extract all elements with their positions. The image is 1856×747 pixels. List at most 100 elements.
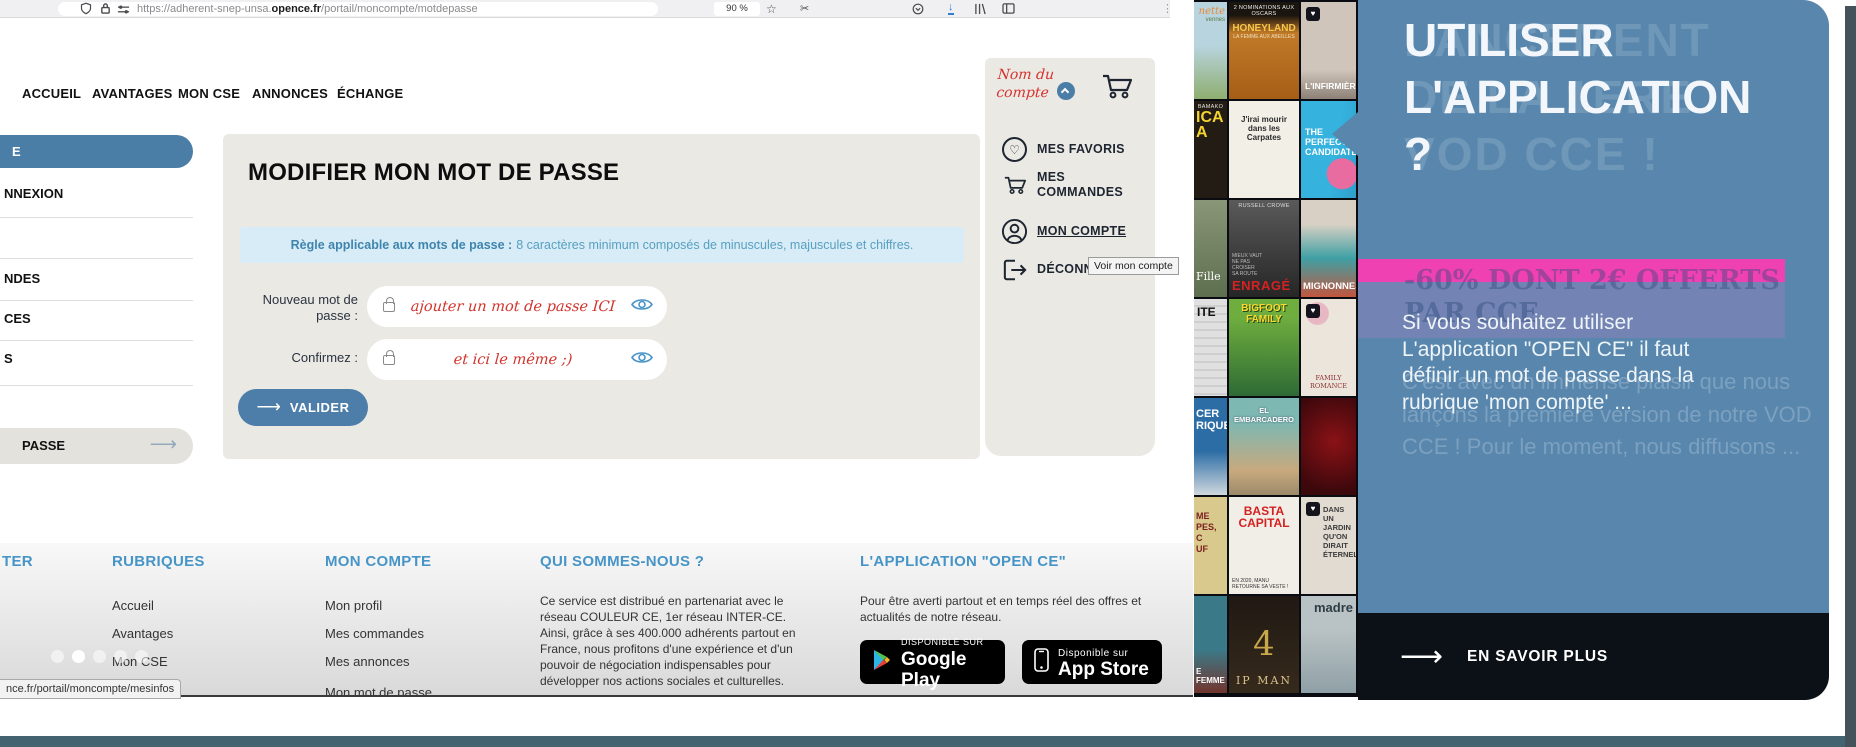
footer-link-mot-de-passe[interactable]: Mon mot de passe <box>325 685 432 695</box>
footer-rubriques-header: RUBRIQUES <box>112 553 205 570</box>
cart-small-icon <box>1001 172 1028 199</box>
screenshot-scissors-icon[interactable]: ✂ <box>800 2 809 16</box>
nav-accueil[interactable]: ACCUEIL <box>22 86 81 101</box>
footer: TER RUBRIQUES Accueil Avantages Mon CSE … <box>0 543 1193 697</box>
nav-annonces[interactable]: ANNONCES <box>252 86 328 101</box>
new-password-label: Nouveau mot de passe : <box>262 292 358 323</box>
divider <box>0 385 193 386</box>
movie-poster[interactable]: madre <box>1301 596 1356 693</box>
movie-poster[interactable]: 2 NOMINATIONS AUX OSCARS HONEYLAND LA FEMM… <box>1229 2 1299 99</box>
divider <box>0 300 193 301</box>
sidebar-item-commandes[interactable]: NDES <box>4 271 40 286</box>
password-rule-banner: Règle applicable aux mots de passe : 8 c… <box>240 227 964 263</box>
nav-mon-cse[interactable]: MON CSE <box>178 86 240 101</box>
footer-mon-compte-header: MON COMPTE <box>325 553 432 570</box>
movie-poster[interactable]: ♥ DANS UN JARDIN QU'ON DIRAIT ÉTERNEL <box>1301 497 1356 594</box>
sidebar-item-mot-de-passe[interactable]: PASSE ⟶ <box>0 428 193 464</box>
footer-link-accueil[interactable]: Accueil <box>112 598 154 613</box>
download-icon[interactable]: ↓ <box>948 2 954 15</box>
carousel-dot-active[interactable] <box>72 650 85 663</box>
library-icon[interactable] <box>974 3 987 15</box>
sidebar-toggle-icon[interactable] <box>1002 3 1015 14</box>
pocket-icon[interactable] <box>912 3 924 15</box>
footer-link-avantages[interactable]: Avantages <box>112 626 173 641</box>
sidebar-item-active[interactable]: E <box>0 135 193 168</box>
phone-icon <box>1034 647 1049 677</box>
chevron-up-icon[interactable] <box>1057 82 1075 100</box>
account-name[interactable]: Nom du compte <box>996 66 1069 102</box>
movie-poster[interactable]: E FEMME <box>1194 596 1227 693</box>
menu-item-mes-commandes[interactable]: MES COMMANDES <box>1001 170 1141 200</box>
footer-contact-header: TER <box>2 553 33 570</box>
show-password-icon[interactable] <box>631 297 653 317</box>
play-store-icon <box>872 649 892 676</box>
movie-poster[interactable]: BAMAKO ICA A <box>1194 101 1227 198</box>
overflow-menu-icon[interactable]: ⋮ <box>1162 2 1173 16</box>
sidebar-item-annonces[interactable]: CES <box>4 311 31 326</box>
en-savoir-plus-button[interactable]: ⟶ EN SAVOIR PLUS <box>1358 613 1829 700</box>
movie-poster[interactable]: BASTA CAPITAL EN 2020, MANU RETOURNE SA V… <box>1229 497 1299 594</box>
footer-link-mes-annonces[interactable]: Mes annonces <box>325 654 410 669</box>
new-password-input[interactable]: ajouter un mot de passe ICI <box>367 286 667 327</box>
bottom-edge-bar <box>0 736 1856 747</box>
footer-about-text: Ce service est distribué en partenariat … <box>540 594 796 688</box>
divider <box>0 217 193 218</box>
carousel-dot[interactable] <box>114 650 127 663</box>
confirm-password-input[interactable]: et ici le même ;) <box>367 339 667 380</box>
movie-poster[interactable]: BIGFOOT FAMILY <box>1229 299 1299 396</box>
movie-poster[interactable] <box>1301 398 1356 495</box>
movie-poster[interactable]: EL EMBARCADERO <box>1229 398 1299 495</box>
permissions-icon[interactable] <box>117 4 130 14</box>
lock-icon[interactable] <box>100 2 111 15</box>
zoom-level-badge[interactable]: 90 % <box>714 2 760 16</box>
bookmark-star-icon[interactable]: ☆ <box>766 2 777 16</box>
google-play-badge[interactable]: DISPONIBLE SUR Google Play <box>860 637 1005 691</box>
page-title: MODIFIER MON MOT DE PASSE <box>248 159 620 186</box>
movie-poster[interactable]: J'irai mourir dans les Carpates <box>1229 101 1299 198</box>
arrow-right-icon: ⟶ <box>1400 640 1444 673</box>
sidebar-item-autre[interactable]: S <box>4 351 13 366</box>
arrow-right-icon: ⟶ <box>149 434 177 455</box>
logout-icon <box>1001 256 1028 283</box>
footer-link-mon-profil[interactable]: Mon profil <box>325 598 382 613</box>
right-edge-strip <box>1845 6 1856 747</box>
submit-button[interactable]: ⟶ VALIDER <box>238 389 368 426</box>
shield-icon[interactable] <box>80 2 92 15</box>
carousel-dot[interactable] <box>93 650 106 663</box>
divider <box>0 258 193 259</box>
movie-poster[interactable]: RUSSELL CROWE MIEUX VAUT NE PAS CROISER S… <box>1229 200 1299 297</box>
menu-item-mes-favoris[interactable]: ♡ MES FAVORIS <box>1001 136 1125 163</box>
movie-poster[interactable]: MIGNONNES <box>1301 200 1356 297</box>
favorite-heart-icon[interactable]: ♥ <box>1306 304 1320 318</box>
new-password-annotation: ajouter un mot de passe ICI <box>410 298 616 315</box>
nav-echange[interactable]: ÉCHANGE <box>337 86 403 101</box>
movie-poster[interactable]: CER RIQUE <box>1194 398 1227 495</box>
user-circle-icon <box>1001 218 1028 245</box>
url-text[interactable]: https://adherent-snep-unsa.opence.fr/por… <box>137 3 478 15</box>
movie-poster[interactable]: 4 IP MAN <box>1229 596 1299 693</box>
confirm-password-label: Confirmez : <box>291 350 358 365</box>
carousel-dot[interactable] <box>135 650 148 663</box>
promo-body-text: Si vous souhaitez utiliser L'application… <box>1402 311 1694 414</box>
movie-poster[interactable]: ME PES, C UF <box>1194 497 1227 594</box>
app-store-badge[interactable]: Disponible sur App Store <box>1022 640 1162 684</box>
promo-title: UTILISER L'APPLICATION ? <box>1404 14 1752 180</box>
menu-item-mon-compte[interactable]: MON COMPTE <box>1001 218 1126 245</box>
movie-poster[interactable]: nette vennes <box>1194 2 1227 99</box>
promo-slide-panel: LANCEMENT DE LA 1ERE VOD CCE ! UTILISER … <box>1332 0 1829 613</box>
sidebar-item-connexion[interactable]: NNEXION <box>4 186 63 201</box>
carousel-dot[interactable] <box>51 650 64 663</box>
nav-avantages[interactable]: AVANTAGES <box>92 86 173 101</box>
favorite-heart-icon[interactable]: ♥ <box>1306 502 1320 516</box>
status-bar-link-preview: nce.fr/portail/moncompte/mesinfos <box>0 679 182 699</box>
cart-icon[interactable] <box>1099 70 1135 107</box>
movie-poster[interactable]: ♥ L'INFIRMIÈRE <box>1301 2 1356 99</box>
footer-app-header: L'APPLICATION "OPEN CE" <box>860 553 1067 570</box>
movie-poster[interactable]: Fille <box>1194 200 1227 297</box>
show-password-icon[interactable] <box>631 350 653 370</box>
movie-poster[interactable]: ♥ FAMILY ROMANCE <box>1301 299 1356 396</box>
movie-poster[interactable]: ITE <box>1194 299 1227 396</box>
favorite-heart-icon[interactable]: ♥ <box>1306 7 1320 21</box>
padlock-icon <box>383 296 395 312</box>
footer-link-mes-commandes[interactable]: Mes commandes <box>325 626 424 641</box>
